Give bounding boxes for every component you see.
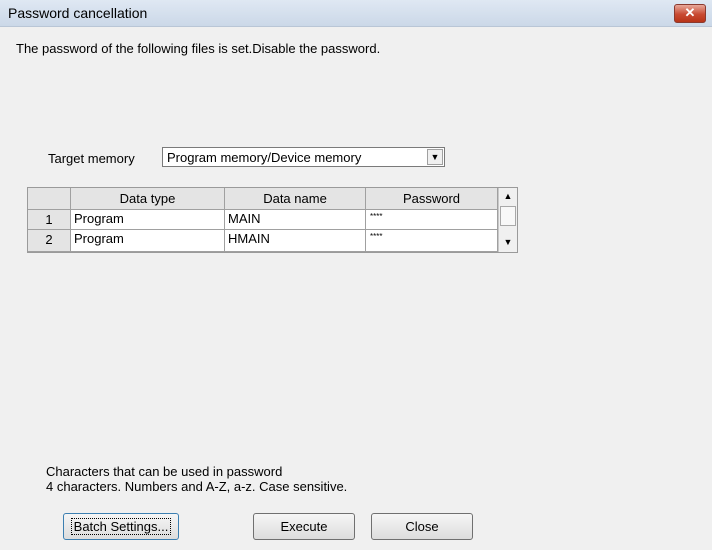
batch-settings-label: Batch Settings... xyxy=(70,518,172,535)
table-scrollbar[interactable]: ▲ ▼ xyxy=(498,188,517,252)
row-number[interactable]: 2 xyxy=(28,230,71,252)
table-corner-header xyxy=(28,188,71,210)
window-title: Password cancellation xyxy=(8,5,148,21)
target-memory-label: Target memory xyxy=(48,151,135,166)
column-header-data-type[interactable]: Data type xyxy=(71,188,225,210)
password-cancellation-dialog: Password cancellation ✕ The password of … xyxy=(0,0,712,550)
row-number[interactable]: 1 xyxy=(28,210,71,230)
chevron-down-icon[interactable]: ▼ xyxy=(427,149,443,165)
scroll-down-icon[interactable]: ▼ xyxy=(499,234,517,251)
cell-data-type: Program xyxy=(71,210,225,230)
target-memory-value: Program memory/Device memory xyxy=(167,150,362,165)
password-rules-line1: Characters that can be used in password xyxy=(46,464,283,479)
column-header-password[interactable]: Password xyxy=(366,188,498,210)
cell-data-type: Program xyxy=(71,230,225,252)
scroll-thumb[interactable] xyxy=(500,206,516,226)
title-bar[interactable]: Password cancellation ✕ xyxy=(0,0,712,27)
close-icon[interactable]: ✕ xyxy=(674,4,706,23)
cell-data-name: MAIN xyxy=(225,210,366,230)
password-rules-line2: 4 characters. Numbers and A-Z, a-z. Case… xyxy=(46,479,348,494)
password-table: Data type Data name Password 1 Program M… xyxy=(27,187,518,253)
password-input[interactable]: **** xyxy=(366,230,498,252)
password-input[interactable]: **** xyxy=(366,210,498,230)
execute-button[interactable]: Execute xyxy=(253,513,355,540)
target-memory-select[interactable]: Program memory/Device memory ▼ xyxy=(162,147,445,167)
column-header-data-name[interactable]: Data name xyxy=(225,188,366,210)
cell-data-name: HMAIN xyxy=(225,230,366,252)
instruction-message: The password of the following files is s… xyxy=(16,41,381,56)
batch-settings-button[interactable]: Batch Settings... xyxy=(63,513,179,540)
close-button[interactable]: Close xyxy=(371,513,473,540)
scroll-up-icon[interactable]: ▲ xyxy=(499,188,517,205)
